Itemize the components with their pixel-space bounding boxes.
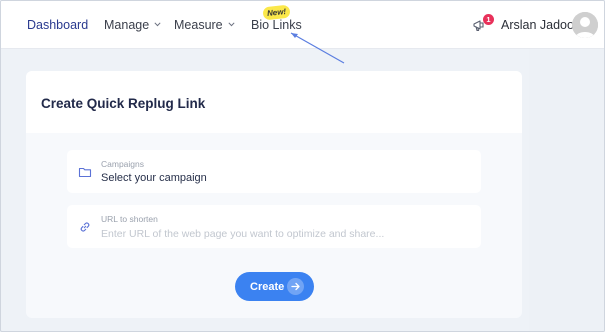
quick-link-card: Create Quick Replug Link Campaigns Selec… bbox=[26, 71, 522, 318]
campaign-select[interactable]: Campaigns Select your campaign bbox=[67, 150, 481, 193]
notification-badge: 1 bbox=[483, 14, 494, 25]
card-title: Create Quick Replug Link bbox=[41, 96, 206, 111]
link-icon bbox=[80, 222, 90, 232]
nav-measure-label: Measure bbox=[174, 18, 223, 32]
nav-manage-label: Manage bbox=[104, 18, 150, 32]
app-window: Dashboard Manage Measure Bio Links New! … bbox=[0, 0, 605, 332]
nav-bio-links[interactable]: Bio Links bbox=[251, 18, 302, 32]
create-button-label: Create bbox=[250, 281, 285, 293]
url-field[interactable]: URL to shorten bbox=[67, 205, 481, 248]
url-input[interactable] bbox=[101, 228, 471, 240]
avatar[interactable] bbox=[572, 12, 598, 38]
nav-manage[interactable]: Manage bbox=[104, 18, 161, 32]
top-navigation: Dashboard Manage Measure Bio Links New! … bbox=[1, 1, 604, 49]
card-header: Create Quick Replug Link bbox=[26, 71, 522, 133]
nav-dashboard[interactable]: Dashboard bbox=[27, 18, 88, 32]
campaign-field-label: Campaigns bbox=[101, 159, 144, 169]
nav-measure[interactable]: Measure bbox=[174, 18, 235, 32]
user-avatar-icon bbox=[572, 12, 598, 38]
user-name[interactable]: Arslan Jadoon bbox=[501, 18, 581, 32]
chevron-down-icon bbox=[228, 22, 235, 27]
folder-icon bbox=[78, 167, 92, 178]
create-button[interactable]: Create bbox=[235, 272, 314, 301]
url-field-label: URL to shorten bbox=[101, 214, 158, 224]
chevron-down-icon bbox=[154, 22, 161, 27]
right-background bbox=[529, 49, 604, 331]
arrow-right-icon bbox=[287, 278, 304, 295]
campaign-field-value: Select your campaign bbox=[101, 172, 207, 184]
